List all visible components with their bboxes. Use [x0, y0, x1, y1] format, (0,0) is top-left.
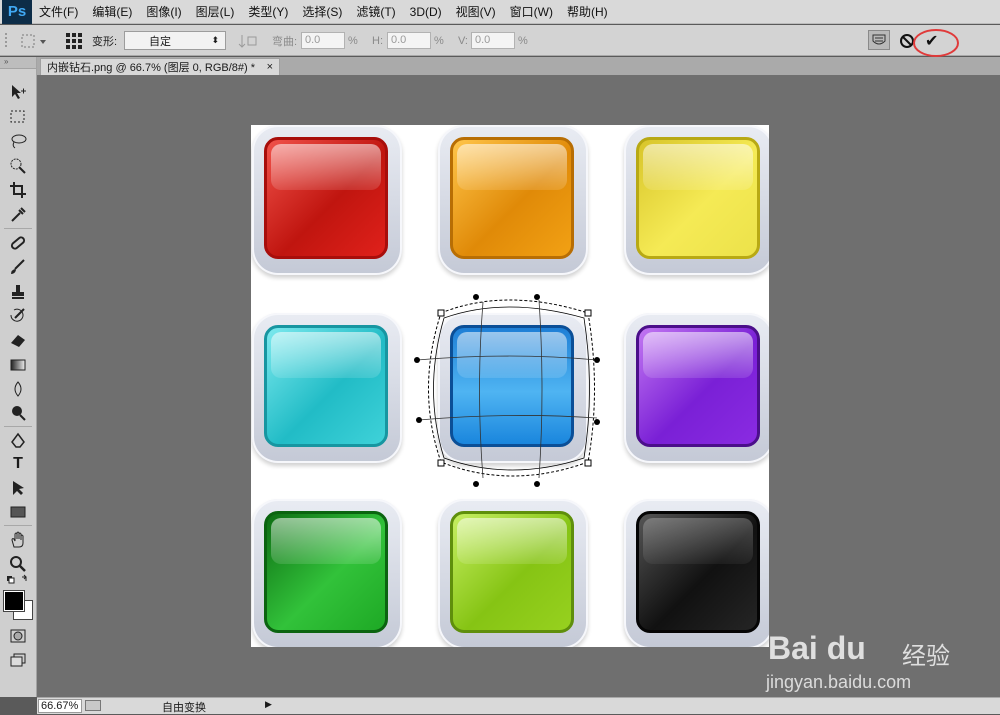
eyedropper-tool-icon[interactable] — [6, 204, 30, 226]
orange-gem-button — [438, 125, 588, 275]
lasso-tool-icon[interactable] — [6, 130, 30, 152]
purple-gem-button — [624, 313, 769, 463]
pen-tool-icon[interactable] — [6, 430, 30, 452]
type-tool-icon[interactable]: T — [6, 453, 30, 475]
document-title: 内嵌钻石.png @ 66.7% (图层 0, RGB/8#) * — [47, 62, 256, 74]
yellow-gem-face — [636, 137, 760, 259]
baidu-watermark-url: jingyan.baidu.com — [766, 672, 912, 692]
v-unit: % — [518, 34, 528, 47]
hand-tool-icon[interactable] — [6, 529, 30, 551]
commit-highlight-circle — [913, 29, 959, 57]
black-gem-face — [636, 511, 760, 633]
options-grip — [4, 25, 10, 56]
menu-3d[interactable]: 3D(D) — [403, 0, 449, 24]
crop-tool-icon[interactable] — [6, 179, 30, 201]
menu-layer[interactable]: 图层(L) — [189, 0, 242, 24]
baidu-watermark-brand: 经验 — [902, 643, 950, 670]
swap-colors-icon[interactable] — [6, 573, 30, 587]
h-label: H: — [372, 34, 383, 47]
warp-orientation-icon[interactable] — [238, 25, 258, 56]
menu-file[interactable]: 文件(F) — [32, 0, 85, 24]
green-gem-face — [264, 511, 388, 633]
orange-gem-face — [450, 137, 574, 259]
move-tool-preset-icon[interactable] — [18, 25, 52, 56]
marquee-tool-icon[interactable] — [6, 106, 30, 128]
h-unit: % — [434, 34, 444, 47]
green-gem-button — [252, 499, 402, 647]
dropdown-arrow-icon: ⬍ — [211, 35, 219, 45]
document-info-icon[interactable] — [85, 700, 101, 711]
lime-gem-button — [438, 499, 588, 647]
healing-brush-tool-icon[interactable] — [6, 232, 30, 254]
blur-tool-icon[interactable] — [6, 378, 30, 400]
warp-transform-grid[interactable] — [411, 290, 601, 490]
move-tool-icon[interactable] — [6, 81, 30, 103]
tools-panel: » T — [0, 57, 37, 697]
warp-label: 变形: — [92, 35, 118, 48]
screen-mode-icon[interactable] — [6, 649, 30, 671]
status-menu-arrow-icon[interactable]: ▶ — [265, 699, 272, 710]
gradient-tool-icon[interactable] — [6, 354, 30, 376]
rectangle-tool-icon[interactable] — [6, 501, 30, 523]
options-bar: 变形: 自定 ⬍ 弯曲: 0.0 % H: 0.0 % V: 0.0 % ✔ — [0, 25, 1000, 57]
warp-style-dropdown[interactable]: 自定 ⬍ — [124, 31, 226, 50]
menu-type[interactable]: 类型(Y) — [241, 0, 295, 24]
h-field[interactable]: 0.0 — [387, 32, 431, 49]
bend-unit: % — [348, 34, 358, 47]
v-label: V: — [458, 34, 468, 47]
warp-style-value: 自定 — [149, 35, 171, 48]
menu-window[interactable]: 窗口(W) — [503, 0, 560, 24]
cyan-gem-button — [252, 313, 402, 463]
status-bar: 66.67% 自由变换 ▶ — [37, 697, 1000, 714]
purple-gem-face — [636, 325, 760, 447]
tools-panel-collapse[interactable]: » — [0, 57, 36, 69]
status-text: 自由变换 — [162, 702, 206, 714]
history-brush-tool-icon[interactable] — [6, 305, 30, 327]
warp-handles — [414, 294, 600, 487]
warp-mode-toggle-icon[interactable] — [868, 30, 890, 50]
clone-stamp-tool-icon[interactable] — [6, 281, 30, 303]
yellow-gem-button — [624, 125, 769, 275]
menu-image[interactable]: 图像(I) — [139, 0, 188, 24]
quick-selection-tool-icon[interactable] — [6, 155, 30, 177]
cyan-gem-face — [264, 325, 388, 447]
menu-help[interactable]: 帮助(H) — [560, 0, 615, 24]
document-canvas[interactable] — [251, 125, 769, 647]
zoom-tool-icon[interactable] — [6, 553, 30, 575]
eraser-tool-icon[interactable] — [6, 329, 30, 351]
baidu-watermark-logo: Bai du — [768, 630, 866, 666]
bend-label: 弯曲: — [272, 35, 298, 48]
reference-point-grid-icon[interactable] — [64, 25, 84, 56]
menu-select[interactable]: 选择(S) — [295, 0, 349, 24]
close-document-icon[interactable]: × — [267, 61, 273, 73]
menu-bar: Ps 文件(F) 编辑(E) 图像(I) 图层(L) 类型(Y) 选择(S) 滤… — [0, 0, 1000, 24]
dodge-tool-icon[interactable] — [6, 402, 30, 424]
foreground-color-swatch[interactable] — [3, 590, 25, 612]
menu-filter[interactable]: 滤镜(T) — [349, 0, 402, 24]
photoshop-logo: Ps — [2, 0, 32, 24]
lime-gem-face — [450, 511, 574, 633]
quick-mask-icon[interactable] — [6, 625, 30, 647]
menu-edit[interactable]: 编辑(E) — [85, 0, 139, 24]
v-field[interactable]: 0.0 — [471, 32, 515, 49]
bend-field[interactable]: 0.0 — [301, 32, 345, 49]
document-tab[interactable]: 内嵌钻石.png @ 66.7% (图层 0, RGB/8#) * × — [40, 58, 280, 75]
red-gem-face — [264, 137, 388, 259]
zoom-level-field[interactable]: 66.67% — [38, 699, 82, 713]
black-gem-button — [624, 499, 769, 647]
menu-view[interactable]: 视图(V) — [449, 0, 503, 24]
red-gem-button — [252, 125, 402, 275]
brush-tool-icon[interactable] — [6, 256, 30, 278]
path-selection-tool-icon[interactable] — [6, 477, 30, 499]
